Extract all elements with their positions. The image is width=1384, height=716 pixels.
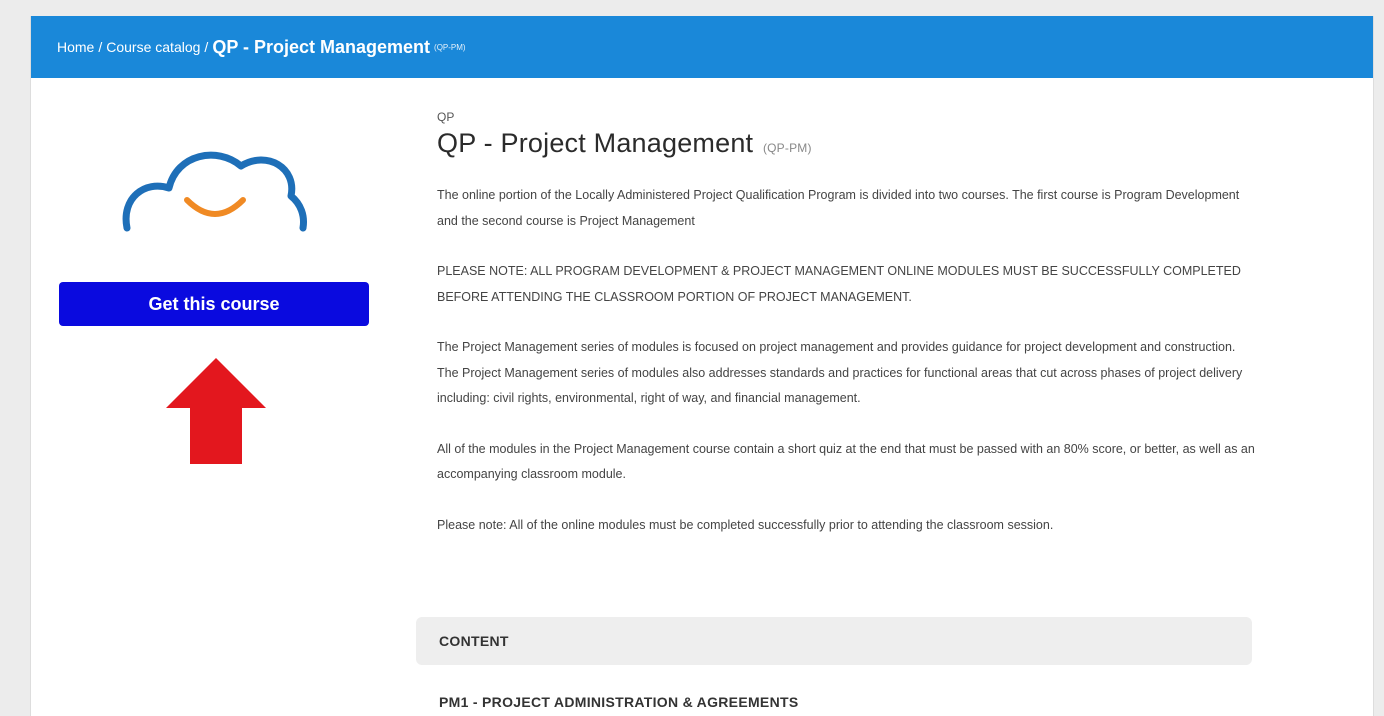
page-title: QP - Project Management (QP-PM) <box>437 128 1257 159</box>
description-paragraph: PLEASE NOTE: ALL PROGRAM DEVELOPMENT & P… <box>437 264 1241 304</box>
breadcrumb-catalog-link[interactable]: Course catalog <box>106 39 200 55</box>
breadcrumb-separator: / <box>204 39 209 55</box>
course-category: QP <box>437 110 455 124</box>
breadcrumb-current: QP - Project Management <box>212 36 431 57</box>
course-page: Home / Course catalog / QP - Project Man… <box>30 16 1374 716</box>
get-this-course-button[interactable]: Get this course <box>59 282 369 326</box>
content-header: CONTENT <box>439 633 509 649</box>
description-paragraph: All of the modules in the Project Manage… <box>437 441 1255 482</box>
breadcrumb-separator: / <box>98 39 103 55</box>
cloud-smile-logo-icon <box>122 151 307 232</box>
course-description: The online portion of the Locally Admini… <box>437 183 1257 538</box>
description-paragraph: The online portion of the Locally Admini… <box>437 188 1240 228</box>
course-main: QP QP - Project Management (QP-PM) The o… <box>437 110 1257 563</box>
breadcrumb-home-link[interactable]: Home <box>57 39 94 55</box>
course-code: (QP-PM) <box>762 141 812 155</box>
description-paragraph: The Project Management series of modules… <box>437 340 1243 405</box>
breadcrumb-current-code: (QP-PM) <box>434 42 466 52</box>
course-title: QP - Project Management <box>437 128 754 158</box>
module-item[interactable]: PM1 - PROJECT ADMINISTRATION & AGREEMENT… <box>439 694 798 710</box>
up-arrow-icon <box>166 358 266 464</box>
content-section-header[interactable]: CONTENT <box>416 617 1252 665</box>
breadcrumb: Home / Course catalog / QP - Project Man… <box>31 16 1373 78</box>
description-paragraph: Please note: All of the online modules m… <box>437 517 1054 532</box>
